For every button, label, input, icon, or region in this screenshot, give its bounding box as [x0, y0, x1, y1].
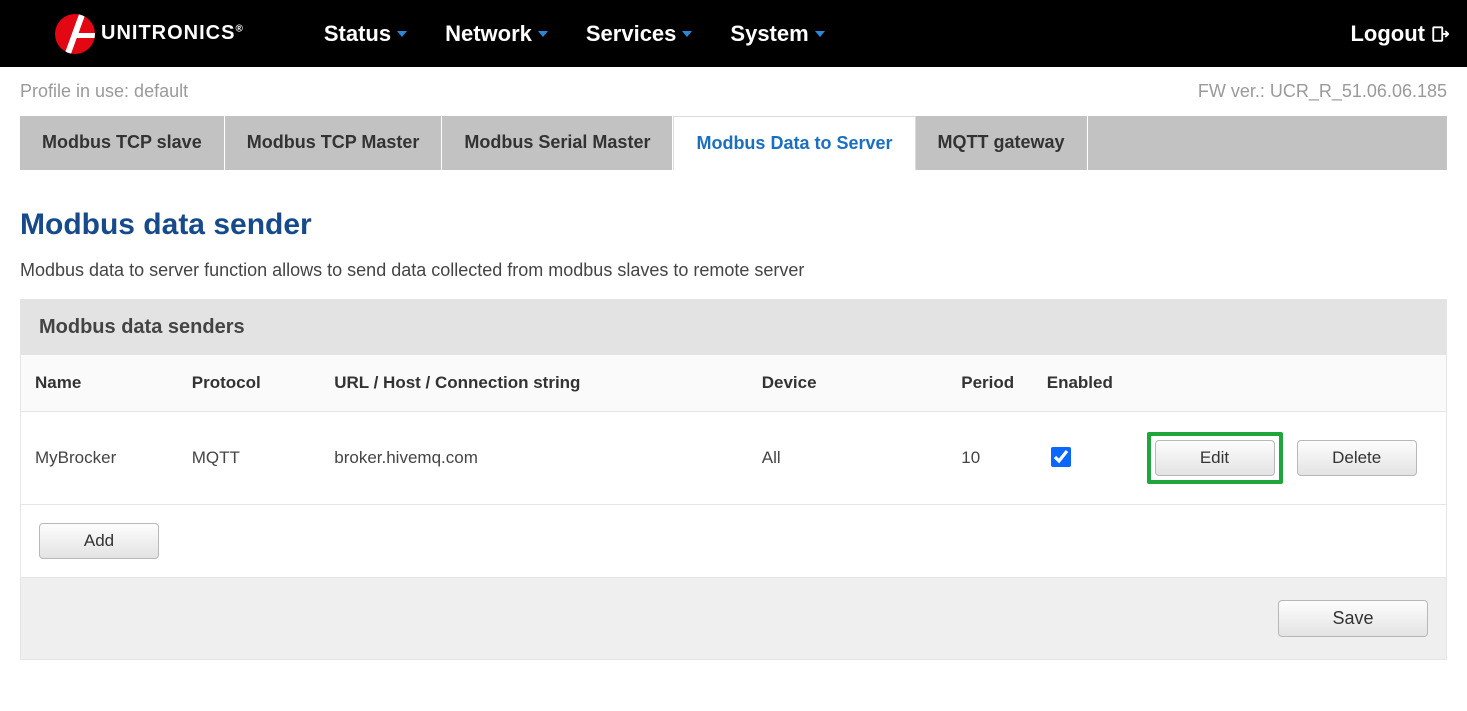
- cell-enabled: [1033, 412, 1133, 505]
- add-row: Add: [21, 505, 1446, 578]
- cell-url: broker.hivemq.com: [320, 412, 748, 505]
- tab-mqtt-gateway[interactable]: MQTT gateway: [916, 116, 1088, 170]
- menu-status[interactable]: Status: [324, 21, 407, 47]
- save-row: Save: [21, 578, 1446, 659]
- senders-panel-title: Modbus data senders: [21, 300, 1446, 355]
- edit-button[interactable]: Edit: [1155, 440, 1275, 476]
- cell-name: MyBrocker: [21, 412, 178, 505]
- subheader: Profile in use: default FW ver.: UCR_R_5…: [0, 67, 1467, 112]
- brand-logo[interactable]: UNITRONICS®: [55, 14, 244, 54]
- chevron-down-icon: [815, 31, 825, 37]
- page-description: Modbus data to server function allows to…: [20, 260, 1447, 281]
- logout-icon: [1431, 25, 1449, 43]
- menu-network[interactable]: Network: [445, 21, 548, 47]
- menu-system[interactable]: System: [730, 21, 824, 47]
- chevron-down-icon: [682, 31, 692, 37]
- col-header-period: Period: [947, 355, 1033, 412]
- firmware-version: FW ver.: UCR_R_51.06.06.185: [1198, 81, 1447, 102]
- menu-network-label: Network: [445, 21, 532, 47]
- brand-logo-icon: [55, 14, 95, 54]
- col-header-url: URL / Host / Connection string: [320, 355, 748, 412]
- tab-modbus-tcp-slave[interactable]: Modbus TCP slave: [20, 116, 225, 170]
- tab-bar-fill: [1088, 116, 1447, 170]
- tab-modbus-data-to-server[interactable]: Modbus Data to Server: [673, 116, 915, 170]
- chevron-down-icon: [397, 31, 407, 37]
- senders-header-row: Name Protocol URL / Host / Connection st…: [21, 355, 1446, 412]
- top-nav: UNITRONICS® Status Network Services Syst…: [0, 0, 1467, 67]
- logout-link[interactable]: Logout: [1350, 21, 1449, 47]
- menu-system-label: System: [730, 21, 808, 47]
- cell-period: 10: [947, 412, 1033, 505]
- add-button[interactable]: Add: [39, 523, 159, 559]
- brand-name-text: UNITRONICS: [101, 22, 235, 44]
- main-menu: Status Network Services System: [324, 21, 825, 47]
- cell-device: All: [748, 412, 948, 505]
- col-header-actions: [1133, 355, 1447, 412]
- menu-services-label: Services: [586, 21, 677, 47]
- tab-bar: Modbus TCP slave Modbus TCP Master Modbu…: [20, 116, 1447, 170]
- col-header-name: Name: [21, 355, 178, 412]
- profile-in-use: Profile in use: default: [20, 81, 188, 102]
- col-header-protocol: Protocol: [178, 355, 321, 412]
- save-button[interactable]: Save: [1278, 600, 1428, 637]
- chevron-down-icon: [538, 31, 548, 37]
- enabled-checkbox[interactable]: [1051, 447, 1071, 467]
- tab-modbus-tcp-master[interactable]: Modbus TCP Master: [225, 116, 443, 170]
- page-title: Modbus data sender: [20, 208, 1447, 242]
- col-header-enabled: Enabled: [1033, 355, 1133, 412]
- delete-button[interactable]: Delete: [1297, 440, 1417, 476]
- page-content: Modbus data sender Modbus data to server…: [0, 208, 1467, 660]
- cell-protocol: MQTT: [178, 412, 321, 505]
- col-header-device: Device: [748, 355, 948, 412]
- edit-button-highlight: Edit: [1147, 432, 1283, 484]
- senders-table: Name Protocol URL / Host / Connection st…: [21, 355, 1446, 505]
- table-row: MyBrocker MQTT broker.hivemq.com All 10 …: [21, 412, 1446, 505]
- menu-services[interactable]: Services: [586, 21, 693, 47]
- logout-label: Logout: [1350, 21, 1425, 47]
- brand-reg-mark: ®: [235, 23, 243, 34]
- menu-status-label: Status: [324, 21, 391, 47]
- tab-modbus-serial-master[interactable]: Modbus Serial Master: [442, 116, 673, 170]
- senders-panel: Modbus data senders Name Protocol URL / …: [20, 299, 1447, 660]
- brand-name: UNITRONICS®: [101, 22, 244, 45]
